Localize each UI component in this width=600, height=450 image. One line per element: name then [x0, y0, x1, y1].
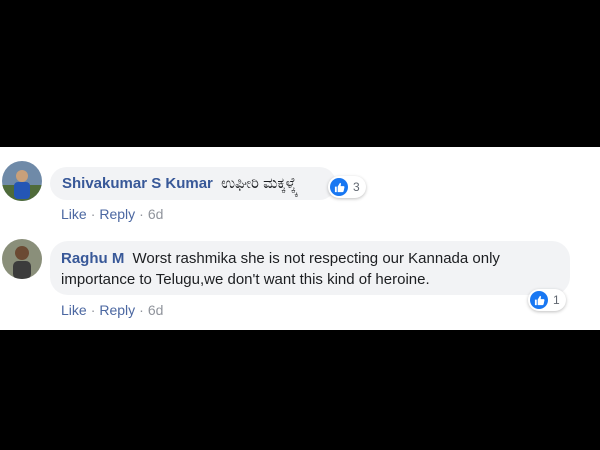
- thumbs-up-icon: [530, 291, 548, 309]
- separator: ·: [90, 302, 96, 318]
- avatar[interactable]: [2, 239, 42, 279]
- separator: ·: [139, 206, 144, 222]
- reaction-count[interactable]: 3: [328, 176, 366, 198]
- comment-bubble: Shivakumar S Kumar ಉಘೀರಿ ಮಕ್ಕಳ್ಕ್ಕೆ: [50, 167, 336, 200]
- like-link[interactable]: Like: [61, 302, 87, 318]
- comment-actions: Like · Reply · 6d: [61, 206, 163, 222]
- reaction-count[interactable]: 1: [528, 289, 566, 311]
- comments-panel: Shivakumar S Kumar ಉಘೀರಿ ಮಕ್ಕಳ್ಕ್ಕೆ 3 Li…: [0, 147, 600, 330]
- comment-bubble: Raghu M Worst rashmika she is not respec…: [50, 241, 570, 295]
- like-link[interactable]: Like: [61, 206, 87, 222]
- reaction-number: 3: [353, 180, 360, 194]
- reaction-number: 1: [553, 293, 560, 307]
- thumbs-up-icon: [330, 178, 348, 196]
- timestamp[interactable]: 6d: [148, 302, 164, 318]
- comment-author[interactable]: Raghu M: [61, 250, 124, 267]
- timestamp[interactable]: 6d: [148, 206, 164, 222]
- reply-link[interactable]: Reply: [99, 302, 135, 318]
- avatar[interactable]: [2, 161, 42, 201]
- comment-author[interactable]: Shivakumar S Kumar: [62, 175, 213, 192]
- comment-actions: Like · Reply · 6d: [61, 302, 163, 318]
- comment-text-line-1: Worst rashmika she is not respecting our…: [132, 250, 500, 267]
- comment-text: ಉಘೀರಿ ಮಕ್ಕಳ್ಕ್ಕೆ: [221, 175, 299, 192]
- separator: ·: [90, 206, 96, 222]
- separator: ·: [139, 302, 144, 318]
- reply-link[interactable]: Reply: [99, 206, 135, 222]
- comment-text-line-2: importance to Telugu,we don't want this …: [61, 271, 430, 288]
